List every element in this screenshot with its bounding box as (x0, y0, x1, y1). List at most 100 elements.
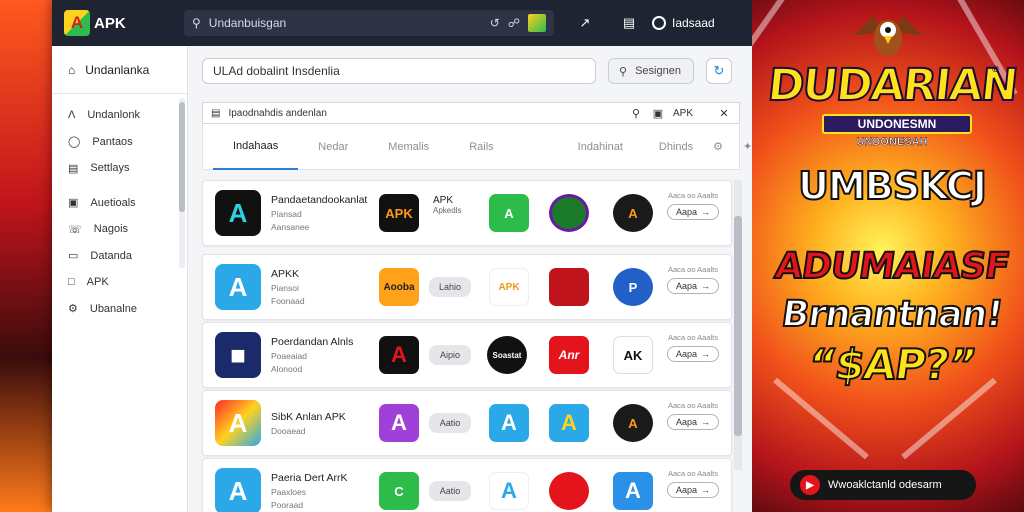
blue-p-icon: P (613, 268, 653, 306)
red-round-icon (549, 472, 589, 510)
sidebar-header[interactable]: ⌂ Undanlanka (52, 46, 187, 94)
app-icon: ■ (215, 332, 261, 378)
black-round-icon: Soastat (487, 336, 527, 374)
sidebar-item-label: Ubanalne (89, 302, 137, 315)
row-meta: Aaca oo Aaalts (667, 265, 719, 274)
white-a-icon: A (489, 472, 529, 510)
list-item[interactable]: A Paeria Dert ArrK Paaxloes Pooraad C Aa… (202, 458, 732, 512)
promo-brand-sub: UNDONESMN (822, 114, 972, 134)
sidebar-item-label: Nagois (93, 223, 129, 236)
arrow-icon: → (701, 281, 711, 291)
promo-line-2: ADUMAIASF (771, 245, 1012, 288)
list-icon: ▤ (68, 162, 79, 175)
search-icon: ⚲ (192, 16, 201, 30)
sidebar-item-label: Auetioals (90, 196, 136, 209)
teal-a-icon: A (549, 404, 589, 442)
row-action-button[interactable]: Aapa → (667, 204, 719, 220)
tab-1[interactable]: Nedar (298, 124, 368, 170)
tab-4[interactable]: Indahinat (568, 124, 633, 170)
promo-line-3: Brnantnan! (778, 293, 1006, 336)
search-icon: ⚲ (619, 65, 628, 78)
settings-icon[interactable]: ⚙ (703, 124, 733, 170)
row-meta: Aaca oo Aaalts (667, 401, 719, 410)
panel-icon: ▤ (211, 107, 221, 119)
sidebar-item-5[interactable]: ☏ Nagois (52, 216, 187, 243)
user-icon (652, 16, 666, 30)
arrow-icon: → (701, 349, 711, 359)
app-subtitle: Piansad (271, 209, 302, 219)
search-button-label: Sesignen (635, 65, 681, 77)
row-action-button[interactable]: Aapa → (667, 278, 719, 294)
ak-icon: AK (613, 336, 653, 374)
refresh-icon[interactable]: ↺ (490, 16, 500, 30)
dark-round-icon: A (613, 404, 653, 442)
sidebar-item-2[interactable]: ◯ Pantaos (52, 129, 187, 156)
row-pill[interactable]: Aipio (429, 345, 471, 365)
sidebar-item-7[interactable]: □ APK (52, 269, 187, 296)
image-icon[interactable]: ▣ (651, 107, 665, 120)
promo-cta-button[interactable]: ▶ Wwoaklctanld odesarm (790, 470, 976, 500)
green-a-icon: A (489, 194, 529, 232)
search-button[interactable]: ⚲ Sesignen (608, 58, 694, 84)
app-icon: A (215, 468, 261, 512)
list-scrollbar[interactable] (734, 180, 742, 470)
trend-icon[interactable]: ↗ (576, 14, 594, 32)
list-item[interactable]: A SibK Anlan APK Dooaead A Aatio A A A A… (202, 390, 732, 456)
share-icon[interactable]: ☍ (508, 16, 520, 30)
list-item[interactable]: ■ Poerdandan Alnls Poaeaiad Alonood A Ai… (202, 322, 732, 388)
panel-apk-label[interactable]: APK (673, 108, 693, 119)
app-subtitle: Paaxloes (271, 487, 306, 497)
list-item[interactable]: A APKK Piansoi Foonaad Aooba Lahio APK P… (202, 254, 732, 320)
top-search-input[interactable]: ⚲ Undanbuisgan ↺ ☍ (184, 10, 554, 36)
sidebar-item-4[interactable]: ▣ Auetioals (52, 190, 187, 217)
search-icon[interactable]: ⚲ (629, 107, 643, 120)
panel-title: Ipaodnahdis andenlan (228, 107, 327, 119)
panel-header: ▤ Ipaodnahdis andenlan ⚲ ▣ APK ✕ (202, 102, 740, 124)
sidebar-item-label: APK (86, 276, 109, 289)
promo-cta-label: Wwoaklctanld odesarm (828, 479, 942, 491)
tab-3[interactable]: Rails (449, 124, 513, 170)
sidebar-item-1[interactable]: Λ Undanlonk (52, 102, 187, 129)
top-icons: ↗ ▤ (560, 14, 638, 32)
sidebar-scrollbar[interactable] (179, 98, 185, 268)
bulb-icon: ◯ (68, 136, 81, 149)
tab-2[interactable]: Memalis (368, 124, 449, 170)
app-window: A APK ⚲ Undanbuisgan ↺ ☍ ↗ ▤ Iadsaad ⌂ U… (52, 0, 752, 512)
red-app-icon (549, 268, 589, 306)
blue-a-icon: A (489, 404, 529, 442)
tab-0[interactable]: Indahaas (213, 124, 299, 170)
app-logo[interactable]: A APK (64, 10, 184, 36)
main-search-input[interactable]: ULAd dobalint Insdenlia (202, 58, 596, 84)
tab-5[interactable]: Dhinds (649, 124, 703, 170)
app-store-icon[interactable] (528, 14, 546, 32)
user-menu[interactable]: Iadsaad (652, 16, 715, 30)
list-item[interactable]: A Pandaetandookanlat Piansad Aansanee AP… (202, 180, 732, 246)
purple-a-icon: A (379, 404, 419, 442)
row-action-button[interactable]: Aapa → (667, 346, 719, 362)
registered-mark: ® (992, 64, 999, 74)
play-icon: ▶ (800, 475, 820, 495)
print-icon[interactable]: ▤ (620, 14, 638, 32)
app-title: APKK (271, 268, 300, 280)
row-action-button[interactable]: Aapa → (667, 482, 719, 498)
refresh-button[interactable]: ↻ (706, 58, 732, 84)
app-title: SibK Anlan APK (271, 410, 346, 423)
top-search-value: Undanbuisgan (208, 16, 287, 30)
row-pill[interactable]: Aatio (429, 413, 471, 433)
arrow-icon: → (701, 485, 711, 495)
row-pill[interactable]: Aatio (429, 481, 471, 501)
row-action-button[interactable]: Aapa → (667, 414, 719, 430)
sidebar-item-8[interactable]: ⚙ Ubanalne (52, 296, 187, 323)
app-subtitle: Piansoi (271, 283, 299, 293)
background-left (0, 0, 52, 512)
sidebar-item-6[interactable]: ▭ Datanda (52, 243, 187, 270)
apk-badge-icon: APK (379, 194, 419, 232)
mascot-icon (853, 16, 923, 56)
promo-brand-sub-2: UNDONESAH (856, 136, 928, 149)
row-meta: Aaca oo Aaalts (667, 191, 719, 200)
row-pill[interactable]: Lahio (429, 277, 471, 297)
gear-icon: ⚙ (68, 303, 78, 316)
close-icon[interactable]: ✕ (717, 107, 731, 120)
sidebar-item-3[interactable]: ▤ Settlays (52, 155, 187, 182)
app-title: Poerdandan Alnls (271, 336, 354, 348)
